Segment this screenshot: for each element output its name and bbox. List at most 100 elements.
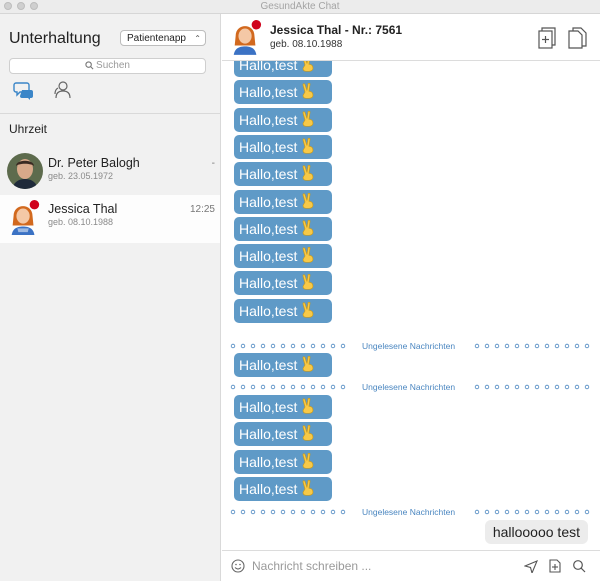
incoming-message[interactable]: Hallo,test: [234, 80, 332, 105]
search-placeholder: Suchen: [96, 60, 130, 71]
incoming-message[interactable]: Hallo,test: [234, 244, 332, 269]
contact-item[interactable]: Jessica Thal geb. 08.10.1988 12:25: [0, 195, 220, 243]
conversation-dob: geb. 08.10.1988: [270, 39, 343, 50]
send-button[interactable]: [523, 559, 539, 575]
users-icon: [54, 81, 71, 99]
victory-hand-icon: [303, 192, 314, 209]
chat-bubbles-icon: [13, 82, 33, 100]
message-text: Hallo,test: [239, 480, 298, 497]
victory-hand-icon: [303, 452, 314, 469]
search-input[interactable]: Suchen: [9, 58, 206, 74]
unread-divider-label: Ungelesene Nachrichten: [362, 507, 456, 517]
emoji-button[interactable]: [231, 559, 245, 573]
victory-hand-icon: [303, 398, 314, 414]
incoming-message[interactable]: Hallo,test: [234, 298, 332, 323]
send-icon: [523, 559, 539, 575]
victory-hand-icon: [303, 137, 314, 154]
documents-button[interactable]: [567, 26, 589, 50]
message-list[interactable]: Hallo,test Hallo,test Hallo,test Hallo,test…: [222, 61, 600, 549]
incoming-message[interactable]: Hallo,test: [234, 61, 332, 77]
incoming-message[interactable]: Hallo,test: [234, 395, 332, 419]
search-icon: [85, 61, 94, 70]
message-text: Hallo,test: [239, 453, 298, 470]
documents-icon: [568, 27, 587, 49]
avatar: [7, 153, 43, 189]
contact-dob: geb. 23.05.1972: [48, 171, 114, 181]
avatar: [230, 18, 262, 56]
message-text: Hallo,test: [239, 166, 298, 183]
unread-divider-label: Ungelesene Nachrichten: [362, 382, 456, 392]
message-text: Hallo,test: [239, 302, 298, 319]
conversation-header: Jessica Thal - Nr.: 7561 geb. 08.10.1988: [222, 14, 600, 61]
message-text: Hallo,test: [239, 426, 298, 443]
divider-dots: [230, 509, 346, 515]
message-text: Hallo,test: [239, 111, 298, 128]
message-text: Hallo,test: [239, 193, 298, 210]
victory-hand-icon: [303, 425, 314, 441]
contact-dob: geb. 08.10.1988: [48, 217, 114, 227]
contact-name: Jessica Thal: [48, 202, 118, 216]
message-input[interactable]: Nachricht schreiben ...: [252, 557, 492, 575]
message-text: Hallo,test: [239, 220, 298, 237]
message-text: Hallo,test: [239, 248, 298, 265]
message-text: hallooooo test: [492, 524, 580, 540]
sidebar-divider: [0, 113, 220, 114]
contact-time: 12:25: [189, 204, 215, 215]
sort-label: Uhrzeit: [9, 122, 48, 136]
incoming-message[interactable]: Hallo,test: [234, 189, 332, 214]
chevron-updown-icon: ⌃: [194, 34, 201, 43]
message-text: Hallo,test: [239, 275, 298, 292]
contact-name: Dr. Peter Balogh: [48, 156, 140, 170]
avatar: [7, 199, 43, 235]
contact-item[interactable]: Dr. Peter Balogh geb. 23.05.1972 -: [0, 149, 220, 197]
smiley-icon: [231, 559, 245, 573]
victory-hand-icon: [303, 301, 314, 318]
unread-divider: Ungelesene Nachrichten: [230, 340, 592, 352]
window-title: GesundAkte Chat: [260, 1, 340, 12]
incoming-message[interactable]: Hallo,test: [234, 134, 332, 159]
composer: Nachricht schreiben ...: [222, 550, 600, 582]
document-add-icon: [538, 27, 556, 49]
search-icon: [573, 560, 586, 573]
outgoing-message[interactable]: hallooooo test: [484, 520, 588, 544]
attach-document-button[interactable]: [548, 559, 562, 573]
chats-tab[interactable]: [13, 79, 35, 101]
contact-time: -: [211, 158, 215, 169]
victory-hand-icon: [303, 219, 314, 236]
divider-dots: [474, 343, 590, 349]
search-messages-button[interactable]: [572, 559, 586, 573]
incoming-message[interactable]: Hallo,test: [234, 216, 332, 241]
message-text: Hallo,test: [239, 84, 298, 101]
conversation-title: Jessica Thal - Nr.: 7561: [270, 23, 403, 37]
message-text: Hallo,test: [239, 138, 298, 155]
sidebar: Unterhaltung Patientenapp ⌃ Suchen Uhrze…: [0, 14, 221, 581]
incoming-message[interactable]: Hallo,test: [234, 476, 332, 501]
message-text: Hallo,test: [239, 357, 298, 373]
victory-hand-icon: [303, 61, 314, 72]
add-document-button[interactable]: [537, 26, 559, 50]
victory-hand-icon: [303, 83, 314, 99]
filter-select-value: Patientenapp: [127, 33, 186, 44]
victory-hand-icon: [303, 356, 314, 372]
contacts-tab[interactable]: [51, 79, 73, 101]
divider-dots: [474, 384, 590, 390]
divider-dots: [230, 343, 346, 349]
incoming-message[interactable]: Hallo,test: [234, 271, 332, 296]
incoming-message[interactable]: Hallo,test: [234, 422, 332, 447]
incoming-message[interactable]: Hallo,test: [234, 449, 332, 474]
victory-hand-icon: [303, 165, 314, 181]
divider-dots: [474, 509, 590, 515]
title-bar: GesundAkte Chat: [0, 0, 600, 14]
filter-select[interactable]: Patientenapp ⌃: [120, 30, 206, 46]
incoming-message[interactable]: Hallo,test: [234, 107, 332, 132]
victory-hand-icon: [303, 247, 314, 263]
unread-divider: Ungelesene Nachrichten: [230, 506, 592, 518]
message-text: Hallo,test: [239, 399, 298, 415]
message-text: Hallo,test: [239, 61, 298, 73]
incoming-message[interactable]: Hallo,test: [234, 162, 332, 187]
incoming-message[interactable]: Hallo,test: [234, 353, 332, 377]
document-add-icon: [549, 559, 561, 573]
unread-divider-label: Ungelesene Nachrichten: [362, 341, 456, 351]
sidebar-title: Unterhaltung: [9, 30, 101, 47]
divider-dots: [230, 384, 346, 390]
